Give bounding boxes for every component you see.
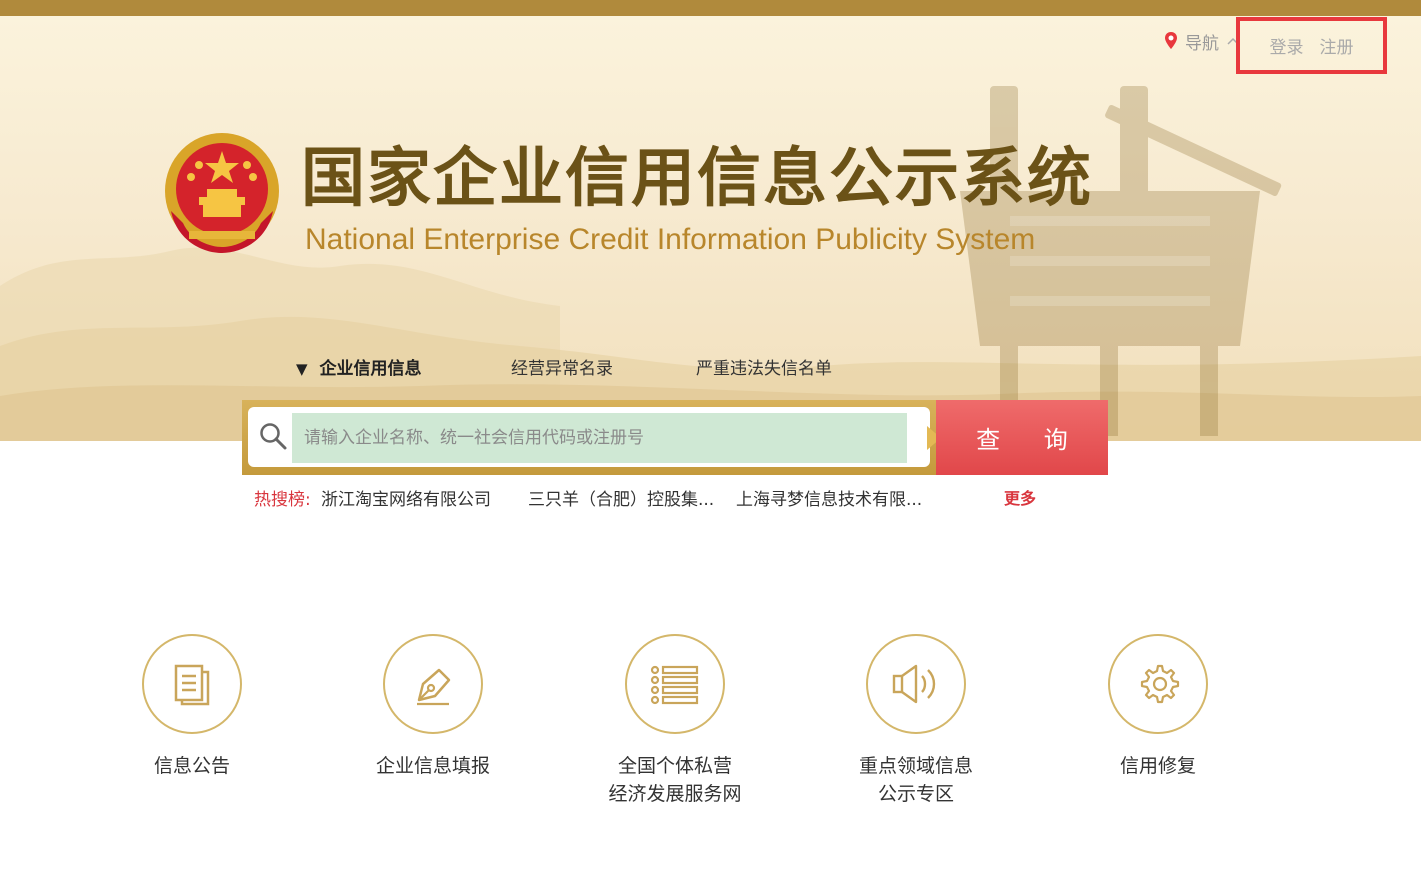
hot-search-label: 热搜榜: — [254, 490, 311, 510]
hot-search-more-link[interactable]: 更多 — [1004, 485, 1036, 509]
service-circle — [1108, 634, 1208, 734]
hot-search-bar: 热搜榜: 浙江淘宝网络有限公司 三只羊（合肥）控股集... 上海寻梦信息技术有限… — [0, 485, 1421, 510]
service-label: 信息公告 — [153, 755, 230, 777]
service-circle — [866, 634, 966, 734]
search-button[interactable]: 查 询 — [936, 400, 1108, 475]
search-input[interactable] — [292, 413, 907, 463]
tab-serious-violations[interactable]: 严重违法失信名单 — [696, 354, 832, 379]
gear-icon — [1140, 664, 1180, 704]
top-bar — [0, 0, 1421, 16]
service-label-line-2: 经济发展服务网 — [608, 783, 742, 805]
hot-search-item[interactable]: 浙江淘宝网络有限公司 — [321, 485, 491, 510]
site-subtitle: National Enterprise Credit Information P… — [305, 223, 1036, 256]
tab-label: 经营异常名录 — [511, 359, 613, 379]
nav-label: 导航 — [1185, 33, 1219, 54]
service-key-area-disclosure[interactable]: 重点领域信息 公示专区 — [816, 634, 1016, 808]
hot-search-item[interactable]: 上海寻梦信息技术有限... — [736, 485, 922, 510]
tab-enterprise-credit[interactable]: ▼ 企业信用信息 — [296, 354, 422, 379]
service-label-line-2: 公示专区 — [877, 783, 954, 805]
list-icon — [650, 665, 699, 705]
service-private-economy-network[interactable]: 全国个体私营 经济发展服务网 — [575, 634, 775, 808]
location-pin-icon — [1165, 32, 1177, 49]
service-info-announcement[interactable]: 信息公告 — [92, 634, 292, 780]
national-emblem — [163, 131, 281, 255]
auth-links-highlight: 登录 注册 — [1236, 17, 1387, 74]
service-circle — [142, 634, 242, 734]
speaker-icon — [892, 664, 936, 704]
hot-search-item[interactable]: 三只羊（合肥）控股集... — [528, 485, 714, 510]
search-category-tabs: ▼ 企业信用信息 经营异常名录 严重违法失信名单 — [0, 354, 1421, 382]
service-label-line-1: 重点领域信息 — [858, 755, 973, 777]
login-link[interactable]: 登录 — [1270, 33, 1304, 58]
service-label-line-1: 全国个体私营 — [617, 755, 732, 777]
service-circle — [383, 634, 483, 734]
register-link[interactable]: 注册 — [1320, 33, 1354, 58]
service-label: 信用修复 — [1119, 755, 1196, 777]
pen-icon — [417, 668, 451, 706]
tab-label: 企业信用信息 — [319, 359, 422, 379]
tab-label: 严重违法失信名单 — [696, 359, 832, 379]
service-circle — [625, 634, 725, 734]
service-enterprise-report[interactable]: 企业信息填报 — [333, 634, 533, 780]
tab-abnormal-operations[interactable]: 经营异常名录 — [511, 354, 613, 379]
service-credit-repair[interactable]: 信用修复 — [1058, 634, 1258, 780]
caret-down-icon: ▼ — [296, 360, 308, 378]
document-icon — [174, 664, 210, 706]
service-label: 企业信息填报 — [375, 755, 490, 777]
nav-menu-toggle[interactable]: 导航 — [1163, 28, 1239, 54]
search-icon — [260, 423, 287, 450]
site-title: 国家企业信用信息公示系统 — [301, 142, 1093, 216]
